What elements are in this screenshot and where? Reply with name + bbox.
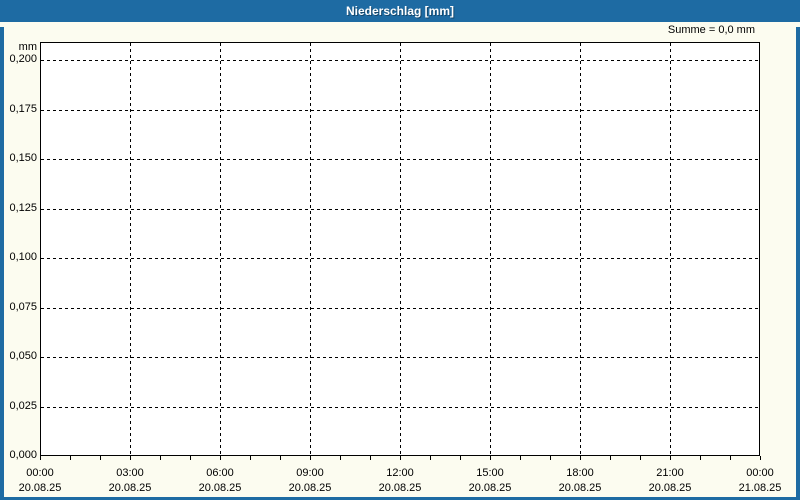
x-tick-mark	[670, 456, 671, 460]
x-tick-mark	[190, 456, 191, 460]
x-tick-date-label: 20.08.25	[18, 482, 62, 494]
x-gridline	[580, 43, 581, 455]
x-tick-mark	[130, 456, 131, 460]
y-tick-label: 0,075	[9, 300, 37, 313]
x-tick-mark	[250, 456, 251, 460]
x-tick-mark	[160, 456, 161, 460]
x-tick-time-label: 21:00	[656, 467, 684, 479]
x-tick-time-label: 06:00	[206, 467, 234, 479]
x-tick-mark	[580, 456, 581, 460]
x-gridline	[220, 43, 221, 455]
y-tick-label: 0,175	[9, 102, 37, 115]
x-tick-date-label: 20.08.25	[198, 482, 242, 494]
chart-window: Niederschlag [mm] Summe = 0,0 mm mm 0,20…	[0, 0, 800, 500]
x-tick-date-label: 20.08.25	[288, 482, 332, 494]
x-tick-time-label: 09:00	[296, 467, 324, 479]
x-gridline	[400, 43, 401, 455]
x-tick-time-label: 18:00	[566, 467, 594, 479]
x-tick-mark	[520, 456, 521, 460]
x-tick-mark	[400, 456, 401, 460]
x-tick-mark	[700, 456, 701, 460]
x-tick-time-label: 03:00	[116, 467, 144, 479]
x-tick-mark	[430, 456, 431, 460]
window-title-bar: Niederschlag [mm]	[0, 0, 800, 22]
y-tick-label: 0,025	[9, 399, 37, 412]
y-tick-label: 0,125	[9, 201, 37, 214]
x-tick-mark	[340, 456, 341, 460]
x-tick-mark	[610, 456, 611, 460]
x-tick-time-label: 15:00	[476, 467, 504, 479]
x-gridline	[130, 43, 131, 455]
x-tick-mark	[490, 456, 491, 460]
x-tick-mark	[40, 456, 41, 460]
y-tick-label: 0,150	[9, 152, 37, 164]
x-tick-time-label: 12:00	[386, 467, 414, 479]
y-tick-label: 0,000	[9, 449, 37, 461]
frame-border-left	[0, 27, 4, 500]
x-tick-date-label: 20.08.25	[648, 482, 692, 494]
x-tick-time-label: 00:00	[26, 467, 54, 479]
x-tick-mark	[310, 456, 311, 460]
x-tick-date-label: 20.08.25	[558, 482, 602, 494]
x-tick-mark	[280, 456, 281, 460]
x-tick-mark	[730, 456, 731, 460]
sum-annotation: Summe = 0,0 mm	[667, 24, 755, 36]
x-tick-mark	[760, 456, 761, 460]
y-tick-label: 0,050	[9, 350, 37, 362]
chart-title: Niederschlag [mm]	[345, 4, 455, 18]
x-tick-mark	[460, 456, 461, 460]
x-gridline	[490, 43, 491, 455]
y-tick-label: 0,200	[9, 53, 37, 65]
x-tick-date-label: 20.08.25	[108, 482, 152, 494]
plot-area	[40, 42, 760, 456]
x-tick-mark	[220, 456, 221, 460]
y-tick-label: 0,100	[9, 251, 37, 263]
x-tick-time-label: 00:00	[746, 467, 774, 479]
frame-border-right	[796, 27, 800, 500]
x-tick-date-label: 20.08.25	[378, 482, 422, 494]
x-tick-mark	[100, 456, 101, 460]
x-tick-mark	[640, 456, 641, 460]
x-tick-mark	[70, 456, 71, 460]
x-tick-mark	[550, 456, 551, 460]
x-gridline	[310, 43, 311, 455]
x-tick-mark	[370, 456, 371, 460]
x-tick-date-label: 21.08.25	[738, 482, 782, 494]
x-gridline	[670, 43, 671, 455]
y-axis-unit-label: mm	[18, 41, 37, 53]
x-tick-date-label: 20.08.25	[468, 482, 512, 494]
